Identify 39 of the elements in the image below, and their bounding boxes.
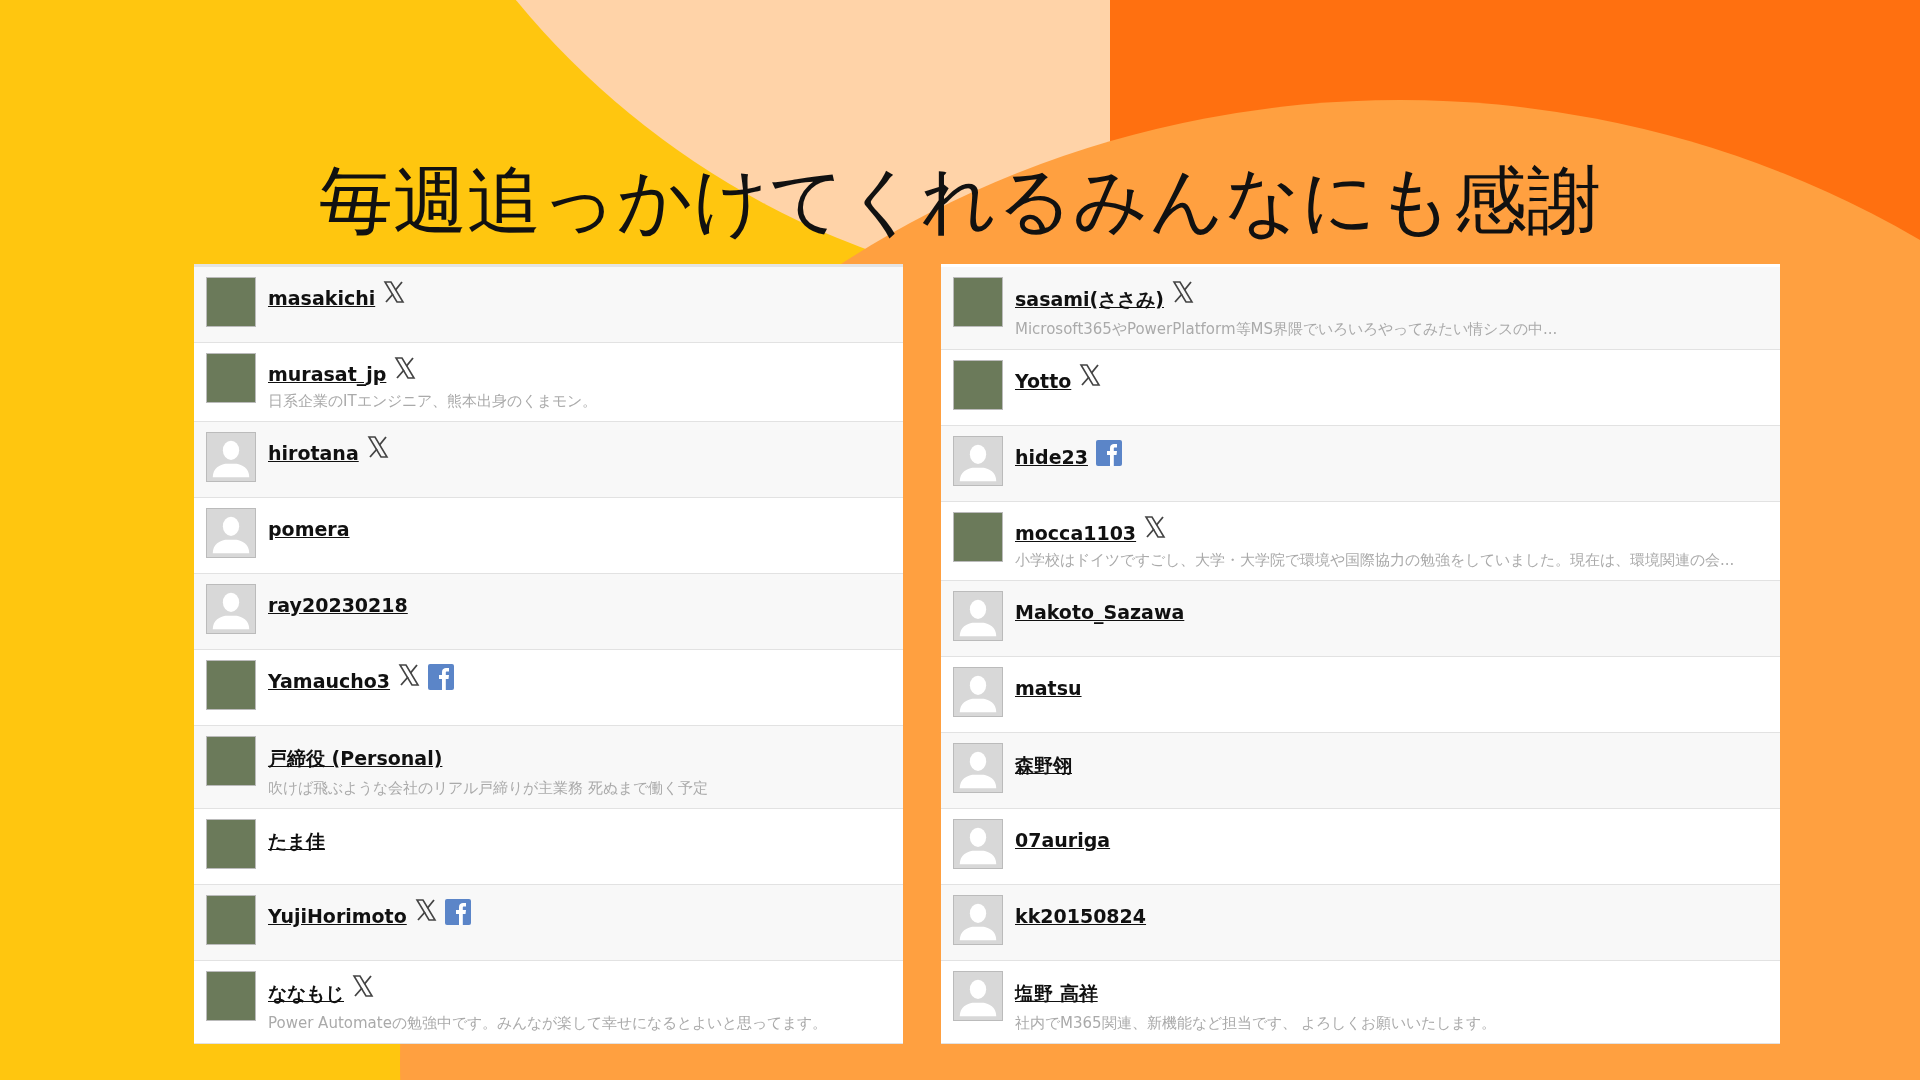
slide-title: 毎週追っかけてくれるみんなにも感謝 (318, 156, 1602, 245)
member-name-link[interactable]: sasami(ささみ) (1015, 287, 1164, 313)
x-logo-icon[interactable] (394, 357, 417, 379)
member-name-link[interactable]: matsu (1015, 677, 1082, 699)
x-logo-icon[interactable] (352, 975, 374, 997)
member-name-link[interactable]: 戸締役 (Personal) (268, 746, 443, 772)
member-name-link[interactable]: kk20150824 (1015, 905, 1147, 927)
x-logo-icon[interactable] (398, 664, 421, 686)
member-bio: 日系企業のITエンジニア、熊本出身のくまモン。 (268, 391, 597, 411)
facebook-logo-icon[interactable] (1095, 440, 1122, 466)
member-name-link[interactable]: hide23 (1015, 446, 1088, 468)
member-name-link[interactable]: たま佳 (268, 829, 325, 855)
member-name-link[interactable]: 森野翎 (1015, 753, 1072, 779)
member-name-link[interactable]: mocca1103 (1015, 522, 1137, 544)
member-name-link[interactable]: hirotana (268, 442, 359, 464)
x-logo-icon[interactable] (383, 281, 406, 303)
member-name-link[interactable]: 塩野 高祥 (1015, 981, 1098, 1007)
member-name-link[interactable]: YujiHorimoto (268, 905, 407, 927)
x-logo-icon[interactable] (1171, 281, 1194, 303)
member-name-link[interactable]: ななもじ (268, 981, 344, 1007)
member-name-link[interactable]: pomera (268, 518, 350, 540)
member-bio: Microsoft365やPowerPlatform等MS界隈でいろいろやってみたい情シスの中... (1015, 319, 1558, 339)
member-name-link[interactable]: murasat_jp (268, 363, 387, 385)
facebook-logo-icon[interactable] (444, 899, 471, 925)
member-bio: 小学校はドイツですごし、大学・大学院で環境や国際協力の勉強をしていました。現在は、環境関連の会... (1015, 550, 1735, 570)
member-name-link[interactable]: Makoto_Sazawa (1015, 601, 1185, 623)
member-name-link[interactable]: Yamaucho3 (268, 670, 391, 692)
x-logo-icon[interactable] (1144, 516, 1167, 538)
member-bio: Power Automateの勉強中です。みんなが楽して幸せになるとよいと思ってます。 (268, 1013, 827, 1033)
member-name-link[interactable]: Yotto (1015, 370, 1072, 392)
member-bio: 社内でM365関連、新機能など担当です、 よろしくお願いいたします。 (1015, 1013, 1497, 1033)
member-name-link[interactable]: 07auriga (1015, 829, 1111, 851)
x-logo-icon[interactable] (366, 436, 389, 458)
x-logo-icon[interactable] (414, 899, 437, 921)
member-bio: 吹けば飛ぶような会社のリアル戸締りが主業務 死ぬまで働く予定 (268, 778, 708, 798)
x-logo-icon[interactable] (1079, 364, 1102, 386)
member-name-link[interactable]: ray20230218 (268, 594, 408, 616)
member-name-link[interactable]: masakichi (268, 287, 376, 309)
facebook-logo-icon[interactable] (428, 664, 455, 690)
